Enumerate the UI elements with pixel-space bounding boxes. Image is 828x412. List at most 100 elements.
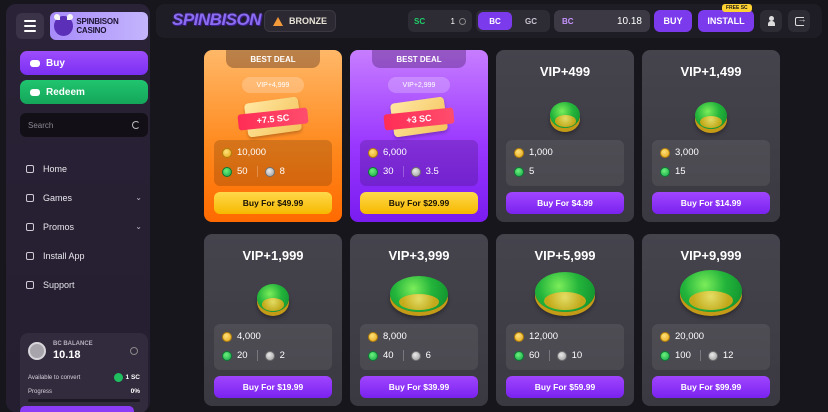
gold-amount: 1,000 bbox=[529, 147, 553, 158]
brand-logo[interactable]: SPINBISON bbox=[172, 10, 262, 30]
package-contents: 6,000 30 3.5 bbox=[360, 140, 478, 186]
sidebar-item-home[interactable]: Home bbox=[26, 154, 142, 183]
buy-package-button[interactable]: Buy For $19.99 bbox=[214, 376, 332, 398]
bc-amount: 12 bbox=[722, 350, 734, 361]
progress-bar bbox=[28, 399, 140, 402]
buy-package-button[interactable]: Buy For $39.99 bbox=[360, 376, 478, 398]
sidebar-buy-button[interactable]: Buy bbox=[20, 51, 148, 75]
coins-icon bbox=[30, 59, 40, 67]
sidebar-item-games[interactable]: Games ⌄ bbox=[26, 183, 142, 212]
buy-package-button[interactable]: Buy For $14.99 bbox=[652, 192, 770, 214]
install-button[interactable]: INSTALL bbox=[698, 10, 754, 32]
sc-coin-icon bbox=[113, 373, 123, 382]
gold-amount: 4,000 bbox=[237, 331, 261, 342]
sc-coin-icon bbox=[222, 350, 232, 361]
coin-pile-icon bbox=[550, 102, 580, 128]
package-contents: 3,000 15 bbox=[652, 140, 770, 186]
best-deal-badge: BEST DEAL bbox=[226, 50, 320, 68]
coin-pile-icon bbox=[257, 284, 289, 312]
logout-icon bbox=[794, 14, 807, 26]
buy-package-button[interactable]: Buy For $99.99 bbox=[652, 376, 770, 398]
buy-button[interactable]: BUY bbox=[654, 10, 692, 32]
package-card: BEST DEAL VIP+4,999 +7.5 SC 10,000 50 8 B… bbox=[204, 50, 342, 222]
sc-amount: 30 bbox=[383, 166, 394, 177]
sidebar-item-install-app[interactable]: Install App bbox=[26, 241, 142, 270]
buy-package-button[interactable]: Buy For $49.99 bbox=[214, 192, 332, 214]
home-icon bbox=[26, 164, 34, 173]
sidebar: SPINBISON CASINO Buy Redeem Search Home … bbox=[6, 4, 150, 412]
gold-amount: 12,000 bbox=[529, 331, 559, 342]
bc-coin-icon bbox=[556, 350, 567, 361]
vip-title: VIP+1,499 bbox=[680, 64, 742, 79]
vip-title: VIP+3,999 bbox=[388, 248, 450, 263]
sidebar-item-promos[interactable]: Promos ⌄ bbox=[26, 212, 142, 241]
package-contents: 4,000 20 2 bbox=[214, 324, 332, 370]
sc-amount: 5 bbox=[529, 166, 535, 177]
bc-coin-icon bbox=[410, 350, 421, 361]
bc-amount: 6 bbox=[425, 350, 431, 361]
profile-button[interactable] bbox=[760, 10, 782, 32]
vip-title: VIP+1,999 bbox=[242, 248, 304, 263]
sc-amount: 50 bbox=[237, 166, 248, 177]
progress-label: Progress bbox=[28, 389, 53, 395]
bc-coin-icon bbox=[28, 342, 46, 360]
sidebar-item-support[interactable]: Support bbox=[26, 270, 142, 299]
gold-coin-icon bbox=[368, 331, 378, 342]
available-amount: 1 SC bbox=[125, 374, 140, 381]
sc-balance[interactable]: SC 1 bbox=[408, 10, 472, 32]
refresh-icon[interactable] bbox=[132, 121, 140, 129]
convert-button[interactable] bbox=[20, 406, 134, 412]
vip-title: VIP+5,999 bbox=[534, 248, 596, 263]
buy-package-button[interactable]: Buy For $29.99 bbox=[360, 192, 478, 214]
buy-package-button[interactable]: Buy For $4.99 bbox=[506, 192, 624, 214]
vip-points-chip: VIP+4,999 bbox=[242, 77, 304, 93]
package-contents: 12,000 60 10 bbox=[506, 324, 624, 370]
sidebar-item-label: Install App bbox=[43, 250, 85, 261]
chevron-down-icon: ⌄ bbox=[135, 222, 142, 231]
buy-package-button[interactable]: Buy For $59.99 bbox=[506, 376, 624, 398]
vip-points-chip: VIP+2,999 bbox=[388, 77, 450, 93]
package-contents: 8,000 40 6 bbox=[360, 324, 478, 370]
logout-button[interactable] bbox=[788, 10, 810, 32]
available-label: Available to convert bbox=[28, 375, 81, 381]
bc-coin-icon bbox=[264, 166, 275, 177]
info-icon[interactable] bbox=[130, 347, 138, 355]
coin-pile-icon bbox=[535, 272, 595, 312]
bc-coin-icon bbox=[264, 350, 275, 361]
bc-amount: 10 bbox=[571, 350, 583, 361]
sidebar-nav: Home Games ⌄ Promos ⌄ Install App Suppor… bbox=[26, 154, 142, 299]
bc-balance[interactable]: BC 10.18 bbox=[554, 10, 650, 32]
package-card: VIP+3,999 8,000 40 6 Buy For $39.99 bbox=[350, 234, 488, 406]
gold-amount: 6,000 bbox=[383, 147, 407, 158]
best-deal-badge: BEST DEAL bbox=[372, 50, 466, 68]
bc-amount: 2 bbox=[279, 350, 285, 361]
sidebar-buy-label: Buy bbox=[46, 57, 65, 69]
bc-amount: 8 bbox=[279, 166, 285, 177]
sc-amount: 40 bbox=[383, 350, 394, 361]
sc-label: SC bbox=[414, 16, 426, 26]
sidebar-redeem-button[interactable]: Redeem bbox=[20, 80, 148, 104]
rank-badge[interactable]: BRONZE bbox=[264, 10, 336, 32]
search-input[interactable]: Search bbox=[20, 113, 148, 137]
hamburger-menu-icon[interactable] bbox=[16, 13, 44, 39]
toggle-gc[interactable]: GC bbox=[514, 12, 548, 30]
sidebar-redeem-label: Redeem bbox=[46, 86, 85, 98]
toggle-bc[interactable]: BC bbox=[478, 12, 512, 30]
bc-coin-icon bbox=[707, 350, 718, 361]
vip-title: VIP+499 bbox=[539, 64, 591, 79]
headset-icon bbox=[26, 280, 34, 289]
bronze-rank-icon bbox=[273, 16, 283, 26]
gold-amount: 3,000 bbox=[675, 147, 699, 158]
rank-label: BRONZE bbox=[289, 16, 327, 26]
package-card: VIP+1,999 4,000 20 2 Buy For $19.99 bbox=[204, 234, 342, 406]
balance-value: 10.18 bbox=[53, 349, 81, 361]
coin-pile-icon bbox=[680, 270, 742, 312]
progress-value: 0% bbox=[130, 388, 140, 395]
currency-toggle[interactable]: BC GC bbox=[476, 10, 550, 32]
coin-pile-icon bbox=[390, 276, 448, 312]
sc-amount: 15 bbox=[675, 166, 686, 177]
sc-coin-icon bbox=[514, 166, 524, 177]
sc-coin-icon bbox=[660, 166, 670, 177]
gold-amount: 10,000 bbox=[237, 147, 267, 158]
casino-logo[interactable]: SPINBISON CASINO bbox=[50, 12, 148, 40]
